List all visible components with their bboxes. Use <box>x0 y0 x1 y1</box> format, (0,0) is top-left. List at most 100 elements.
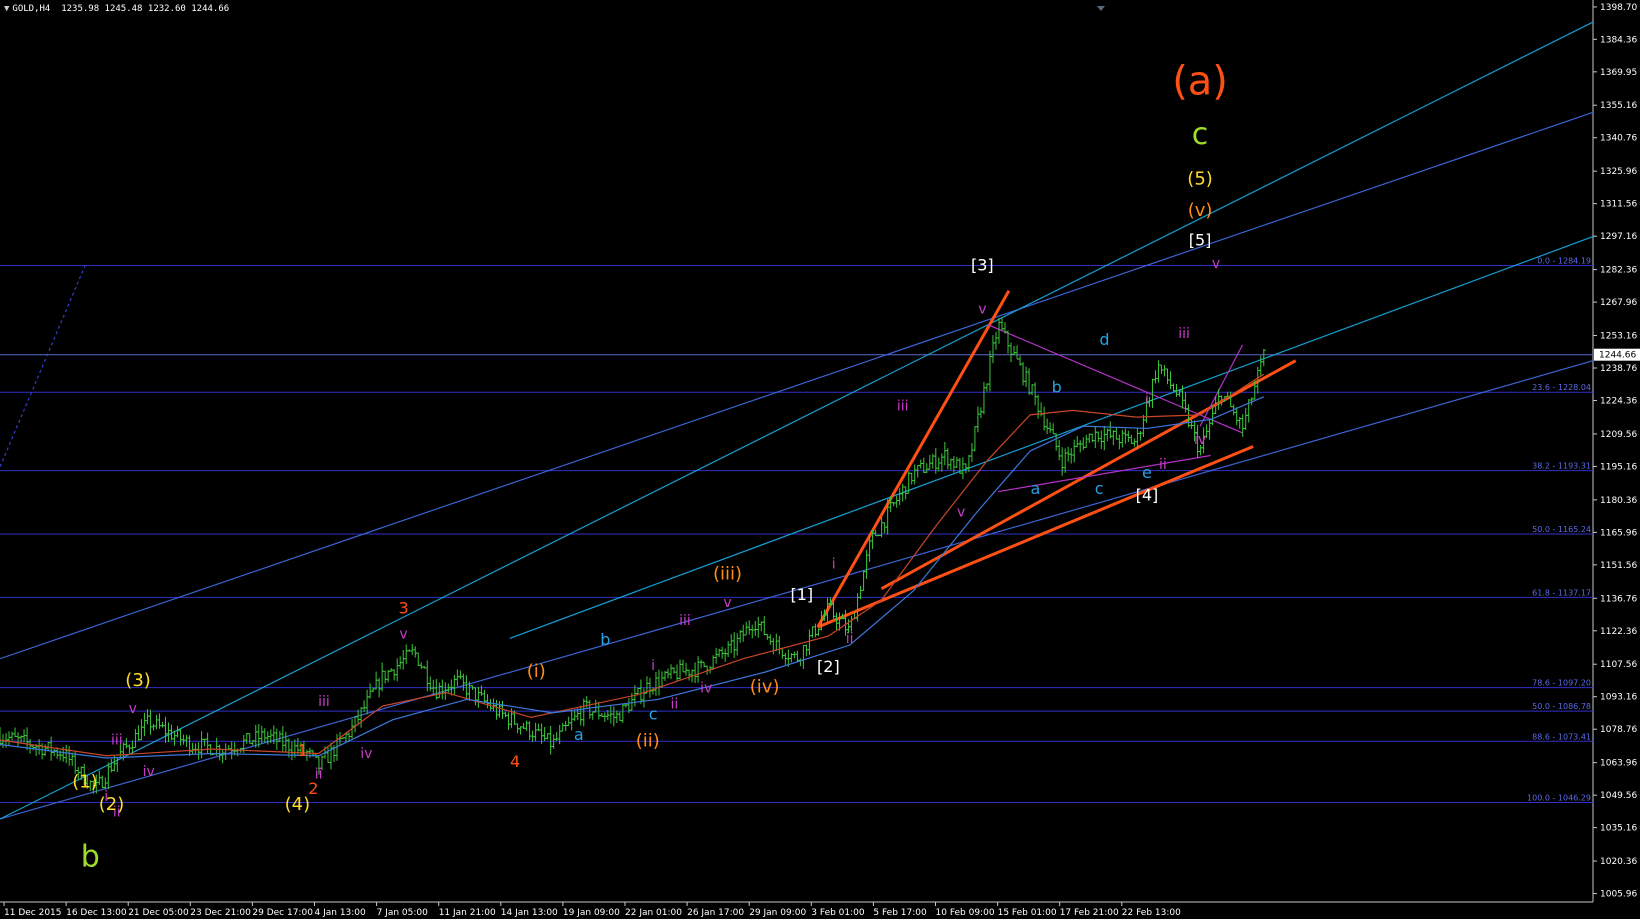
price-tick-label: 1384.36 <box>1600 35 1637 45</box>
wave-label: (a) <box>1172 58 1228 104</box>
wave-label: 3 <box>398 599 408 618</box>
time-tick-label: 3 Feb 01:00 <box>811 908 865 918</box>
wave-label: iii <box>111 732 123 748</box>
price-tick-label: 1282.36 <box>1600 266 1637 276</box>
price-tick-label: 1224.36 <box>1600 397 1637 407</box>
price-chart[interactable]: 0.0 - 1284.19 23.6 - 1228.04 38.2 - 1193.3… <box>0 0 1640 919</box>
price-tick-label: 1180.36 <box>1600 496 1637 506</box>
wave-label: [1] <box>790 585 813 604</box>
time-tick-label: 22 Feb 13:00 <box>1122 908 1181 918</box>
time-tick-label: 29 Jan 09:00 <box>749 908 806 918</box>
wave-label: (2) <box>99 794 125 815</box>
time-tick-label: 17 Feb 21:00 <box>1060 908 1119 918</box>
wave-label: iv <box>1194 432 1206 448</box>
wave-label: c <box>1095 479 1104 498</box>
wave-label: b <box>81 839 100 874</box>
price-tick-label: 1355.16 <box>1600 101 1637 111</box>
wave-label: [5] <box>1189 231 1212 250</box>
price-tick-label: 1195.16 <box>1600 462 1637 472</box>
time-tick-label: 19 Jan 09:00 <box>563 908 620 918</box>
wave-label: ii <box>846 631 854 647</box>
time-tick-label: 21 Dec 05:00 <box>128 908 189 918</box>
price-tick-label: 1209.56 <box>1600 430 1637 440</box>
symbol-label: GOLD,H4 <box>12 4 51 14</box>
time-tick-label: 23 Dec 21:00 <box>190 908 251 918</box>
price-tick-label: 1122.36 <box>1600 627 1637 637</box>
wave-label: ii <box>670 696 678 712</box>
wave-label: b <box>1052 377 1062 396</box>
price-tick-label: 1398.70 <box>1600 3 1637 13</box>
wave-label: iv <box>143 764 155 780</box>
time-tick-label: 14 Jan 13:00 <box>501 908 558 918</box>
price-tick-label: 1267.96 <box>1600 298 1637 308</box>
fib-label: 0.0 - 1284.19 <box>1537 256 1591 265</box>
wave-label: b <box>600 630 610 649</box>
wave-label: (iv) <box>750 677 780 698</box>
price-tick-label: 1340.76 <box>1600 134 1637 144</box>
wave-label: v <box>978 301 986 317</box>
price-tick-label: 1165.96 <box>1600 528 1637 538</box>
chart-window[interactable]: 0.0 - 1284.19 23.6 - 1228.04 38.2 - 1193.3… <box>0 0 1640 919</box>
price-tick-label: 1253.16 <box>1600 332 1637 342</box>
wave-label: i <box>1145 392 1149 408</box>
wave-label: iv <box>700 681 712 697</box>
wave-label: d <box>1099 330 1109 349</box>
wave-label: (i) <box>527 661 546 682</box>
price-tick-label: 1325.96 <box>1600 167 1637 177</box>
price-tick-label: 1238.76 <box>1600 364 1637 374</box>
time-tick-label: 5 Feb 17:00 <box>873 908 927 918</box>
fib-label: 78.6 - 1097.20 <box>1532 679 1591 688</box>
price-tick-label: 1093.16 <box>1600 693 1637 703</box>
wave-label: v <box>399 626 407 642</box>
price-tick-label: 1078.76 <box>1600 725 1637 735</box>
wave-label: (ii) <box>636 731 660 752</box>
chart-header: ▼ GOLD,H4 1235.98 1245.48 1232.60 1244.66 <box>4 4 229 14</box>
fib-label: 23.6 - 1228.04 <box>1532 383 1591 392</box>
price-tick-label: 1369.95 <box>1600 68 1637 78</box>
wave-label: [3] <box>971 255 994 274</box>
wave-label: (4) <box>285 794 311 815</box>
wave-label: iii <box>1178 326 1190 342</box>
wave-label: c <box>1192 117 1209 152</box>
wave-label: i <box>651 658 655 674</box>
fib-label: 88.6 - 1073.41 <box>1532 732 1591 741</box>
price-tick-label: 1005.96 <box>1600 890 1637 900</box>
time-tick-label: 26 Jan 17:00 <box>687 908 744 918</box>
wave-label: c <box>649 705 658 724</box>
time-tick-label: 4 Jan 13:00 <box>315 908 367 918</box>
time-tick-label: 11 Jan 21:00 <box>439 908 496 918</box>
dropdown-triangle-icon[interactable]: ▼ <box>4 4 9 14</box>
fib-label: 61.8 - 1137.17 <box>1532 588 1591 597</box>
fib-label: 50.0 - 1086.78 <box>1532 702 1591 711</box>
wave-label: v <box>1212 256 1220 272</box>
wave-label: ii <box>1159 457 1167 473</box>
ohlc-readout: 1235.98 1245.48 1232.60 1244.66 <box>61 4 230 14</box>
wave-label: a <box>1031 479 1041 498</box>
wave-label: v <box>723 595 731 611</box>
price-tick-label: 1035.16 <box>1600 824 1637 834</box>
fib-label: 38.2 - 1193.31 <box>1532 462 1591 471</box>
price-tick-label: 1049.56 <box>1600 791 1637 801</box>
wave-label: (v) <box>1188 200 1213 221</box>
wave-label: (5) <box>1187 169 1213 190</box>
fib-label: 50.0 - 1165.24 <box>1532 525 1591 534</box>
time-tick-label: 15 Feb 01:00 <box>998 908 1057 918</box>
wave-label: [2] <box>817 657 840 676</box>
wave-label: [4] <box>1136 486 1159 505</box>
chart-background <box>0 0 1640 919</box>
wave-label: iv <box>360 746 372 762</box>
price-tick-label: 1311.56 <box>1600 200 1637 210</box>
time-tick-label: 29 Dec 17:00 <box>252 908 313 918</box>
time-tick-label: 10 Feb 09:00 <box>936 908 995 918</box>
wave-label: i <box>832 556 836 572</box>
wave-label: v <box>957 504 965 520</box>
price-tick-label: 1151.56 <box>1600 561 1637 571</box>
wave-label: iii <box>897 398 909 414</box>
price-tick-label: 1107.56 <box>1600 660 1637 670</box>
current-price-label: 1244.66 <box>1599 351 1636 361</box>
time-tick-label: 22 Jan 01:00 <box>625 908 682 918</box>
price-tick-label: 1020.36 <box>1600 857 1637 867</box>
wave-label: iii <box>679 613 691 629</box>
wave-label: v <box>129 701 137 717</box>
price-tick-label: 1063.96 <box>1600 759 1637 769</box>
